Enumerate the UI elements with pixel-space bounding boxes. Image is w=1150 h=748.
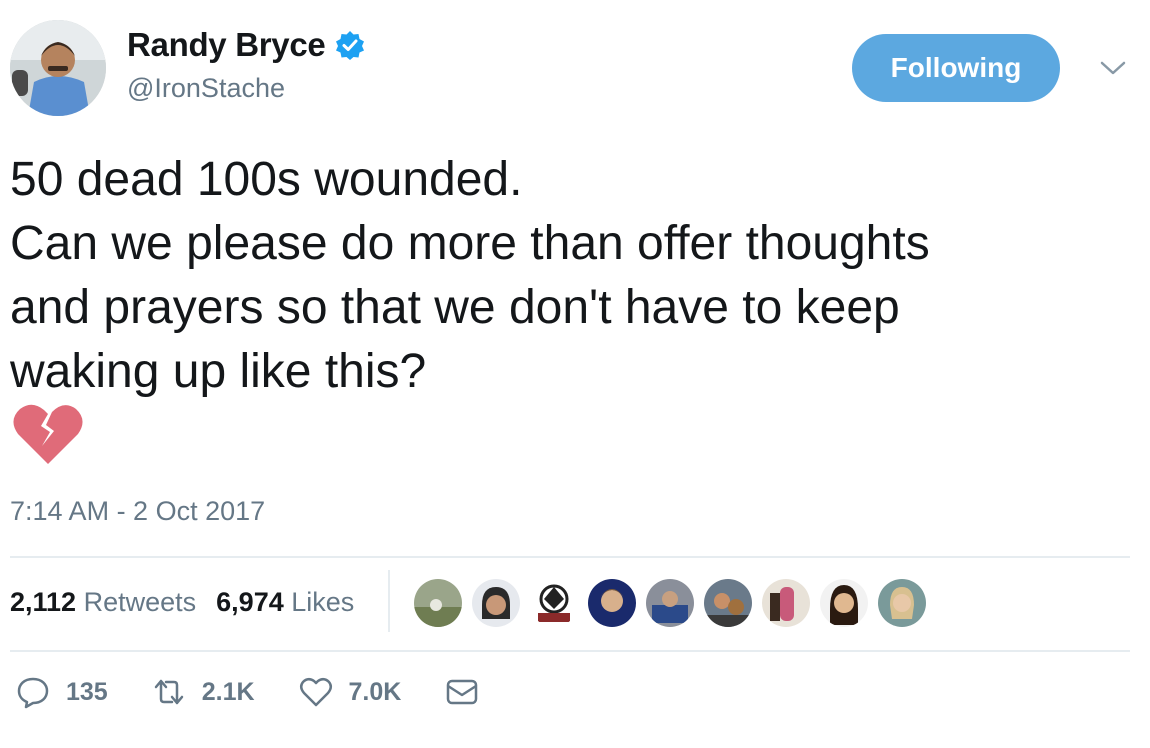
following-button[interactable]: Following xyxy=(852,34,1060,102)
liked-by-avatars xyxy=(414,579,926,627)
liker-avatar[interactable] xyxy=(588,579,636,627)
liker-avatar[interactable] xyxy=(704,579,752,627)
avatar-image xyxy=(10,20,106,116)
reply-icon[interactable] xyxy=(16,675,50,709)
retweet-action[interactable]: 2.1K xyxy=(152,675,255,709)
liker-avatar[interactable] xyxy=(414,579,462,627)
verified-badge-icon xyxy=(336,31,365,60)
liker-avatar[interactable] xyxy=(646,579,694,627)
tweet-text: 50 dead 100s wounded. Can we please do m… xyxy=(10,153,930,398)
retweets-count: 2,112 xyxy=(10,587,77,617)
liker-avatar[interactable] xyxy=(530,579,578,627)
direct-message-action[interactable] xyxy=(445,675,479,709)
author-avatar[interactable] xyxy=(10,20,106,116)
divider xyxy=(10,556,1130,558)
liker-avatar[interactable] xyxy=(820,579,868,627)
retweet-count: 2.1K xyxy=(201,677,255,706)
stats-divider xyxy=(388,570,390,632)
liker-avatar[interactable] xyxy=(762,579,810,627)
liker-avatar[interactable] xyxy=(878,579,926,627)
retweets-stat[interactable]: 2,112 Retweets xyxy=(10,587,196,618)
author-name[interactable]: Randy Bryce xyxy=(127,26,326,64)
like-count: 7.0K xyxy=(348,677,402,706)
author-handle[interactable]: @IronStache xyxy=(127,73,285,104)
likes-stat[interactable]: 6,974 Likes xyxy=(216,587,354,618)
author-name-row[interactable]: Randy Bryce xyxy=(127,26,365,64)
tweet-actions: 135 2.1K 7.0K xyxy=(16,675,523,709)
tweet-stats: 2,112 Retweets 6,974 Likes xyxy=(10,587,354,618)
chevron-down-icon[interactable] xyxy=(1100,58,1126,78)
liker-avatar[interactable] xyxy=(472,579,520,627)
retweet-icon[interactable] xyxy=(152,675,186,709)
reply-action[interactable]: 135 xyxy=(16,675,108,709)
likes-count: 6,974 xyxy=(216,587,284,617)
reply-count: 135 xyxy=(66,677,108,706)
envelope-icon[interactable] xyxy=(445,675,479,709)
likes-label: Likes xyxy=(291,587,355,617)
divider xyxy=(10,650,1130,652)
broken-heart-icon xyxy=(13,404,83,464)
heart-icon[interactable] xyxy=(299,675,333,709)
retweets-label: Retweets xyxy=(83,587,197,617)
tweet-timestamp[interactable]: 7:14 AM - 2 Oct 2017 xyxy=(10,496,265,527)
like-action[interactable]: 7.0K xyxy=(299,675,402,709)
